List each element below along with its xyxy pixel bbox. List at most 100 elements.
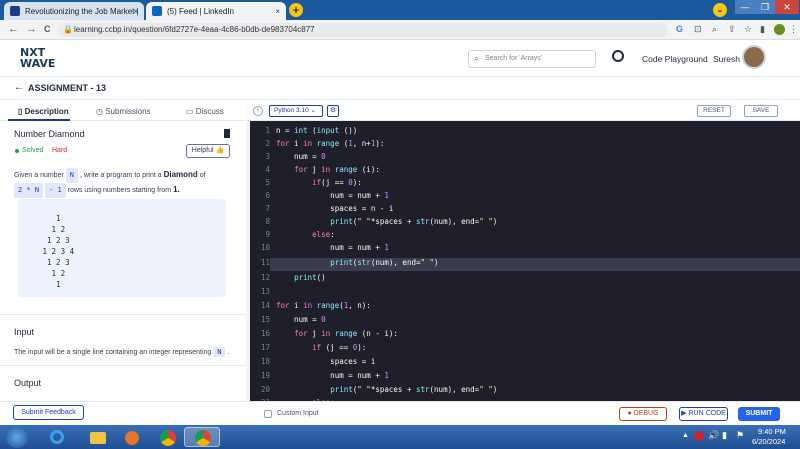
close-tab-icon[interactable]: × [133, 7, 138, 16]
search-input[interactable]: ⌕ Search for 'Arrays' [468, 50, 596, 68]
line-number: 14 [260, 301, 270, 310]
folder-icon [90, 432, 106, 444]
code-playground-link[interactable]: Code Playground [642, 54, 708, 64]
submit-feedback-button[interactable]: Submit Feedback [13, 405, 84, 420]
example-diamond-box: 1 1 2 1 2 3 1 2 3 4 1 2 3 1 2 1 [18, 199, 226, 297]
example-line: 1 2 [38, 269, 66, 278]
desc-text: Given a number [14, 172, 64, 179]
section-divider [0, 314, 246, 315]
url-text: learning.ccbp.in/question/6fd2727e-4eaa-… [74, 25, 315, 34]
browser-tab-job-market[interactable]: Revolutionizing the Job Market | × [4, 2, 144, 20]
close-window-button[interactable]: ✕ [775, 0, 799, 14]
example-line: 1 2 3 4 [38, 247, 75, 256]
search-icon: ⌕ [474, 54, 479, 63]
chrome-taskbar-icon[interactable] [150, 427, 186, 447]
line-number: 3 [265, 152, 270, 161]
example-line: 1 2 3 [38, 236, 70, 245]
avatar[interactable] [742, 45, 766, 69]
network-icon[interactable]: ▮ [722, 430, 727, 441]
desc-text: rows using numbers starting from [67, 187, 172, 194]
save-button[interactable]: SAVE [744, 105, 778, 117]
description-icon: ▯ [18, 107, 25, 116]
google-icon[interactable]: G [676, 24, 683, 34]
assignment-bar: ← ASSIGNMENT - 13 [0, 78, 800, 100]
submit-button[interactable]: SUBMIT [738, 407, 780, 421]
tab-search-icon[interactable]: ⌄ [713, 3, 727, 17]
explorer-taskbar-icon[interactable] [80, 427, 116, 447]
bookmark-star-icon[interactable]: ☆ [744, 24, 752, 35]
sidebar-icon[interactable]: ▮ [760, 24, 765, 35]
profile-avatar-icon[interactable] [774, 24, 785, 35]
chrome-active-taskbar-icon[interactable] [184, 427, 220, 447]
code-line: num = 0 [276, 152, 326, 161]
reload-button[interactable]: C [44, 24, 51, 34]
code-line: if (j == 0): [312, 343, 367, 352]
more-menu-icon[interactable]: ⋮ [789, 24, 798, 35]
chevron-down-icon: ⌄ [310, 107, 316, 114]
run-code-label: RUN CODE [688, 410, 726, 417]
code-line: for j in range (i): [294, 165, 380, 174]
nxtwave-logo[interactable]: NXT WAVE [20, 47, 55, 69]
zoom-icon[interactable]: ⌕ [712, 24, 717, 35]
code-editor[interactable]: 1 n = int (input ()) 2 for i in range (1… [250, 121, 800, 401]
example-line: 1 [38, 214, 61, 223]
language-select[interactable]: Python 3.10 ⌄ [269, 105, 323, 117]
run-code-button[interactable]: ▶ RUN CODE [679, 407, 728, 421]
tab-title: Revolutionizing the Job Market | [25, 6, 139, 16]
start-button[interactable] [6, 426, 28, 448]
output-heading: Output [14, 378, 42, 388]
thumbs-up-icon: 👍 [215, 147, 225, 154]
tray-app-icon[interactable] [694, 431, 704, 441]
forward-button[interactable]: → [26, 23, 37, 35]
code-line: print(" "*spaces + str(num), end=" ") [330, 217, 498, 226]
maximize-button[interactable]: ❐ [755, 0, 775, 14]
line-number: 1 [265, 126, 270, 135]
collapse-panel-icon[interactable]: ‹ [253, 106, 263, 116]
bookmark-icon[interactable] [224, 129, 230, 138]
code-chip: 2 * N [14, 183, 44, 198]
share-icon[interactable]: ⇪ [728, 24, 736, 35]
code-chip: - 1 [45, 183, 66, 198]
custom-input-checkbox[interactable] [264, 410, 272, 418]
line-number: 16 [260, 329, 270, 338]
chrome-icon [195, 430, 211, 446]
code-line: num = 0 [276, 315, 326, 324]
line-number: 7 [265, 204, 270, 213]
line-number: 19 [260, 371, 270, 380]
line-number: 8 [265, 217, 270, 226]
browser-tab-linkedin[interactable]: (5) Feed | LinkedIn × [146, 2, 286, 20]
settings-icon[interactable]: ⚙ [327, 105, 339, 117]
close-tab-icon[interactable]: × [275, 7, 280, 16]
address-bar-row: ← → C 🔒 learning.ccbp.in/question/6fd272… [0, 20, 800, 40]
back-arrow-icon[interactable]: ← [14, 82, 24, 93]
volume-icon[interactable]: 🔊 [708, 430, 719, 441]
line-number: 11 [260, 258, 270, 267]
media-player-taskbar-icon[interactable] [115, 427, 151, 447]
code-line: print(" "*spaces + str(num), end=" ") [330, 385, 498, 394]
back-button[interactable]: ← [8, 23, 19, 35]
code-line: for j in range (n - i): [294, 329, 398, 338]
reset-button[interactable]: RESET [697, 105, 731, 117]
code-line: spaces = n - i [276, 204, 394, 213]
solved-status: Solved [22, 147, 44, 154]
tab-discuss[interactable]: ▭ Discuss [186, 107, 224, 116]
example-line: 1 2 [38, 225, 66, 234]
tray-expand-icon[interactable]: ▲ [682, 432, 689, 439]
new-tab-button[interactable]: + [289, 3, 303, 17]
flag-icon[interactable]: ⚑ [736, 430, 744, 441]
helpful-button[interactable]: Helpful 👍 [186, 144, 230, 158]
tab-description[interactable]: ▯ Description [18, 107, 69, 116]
stopwatch-icon[interactable] [612, 50, 624, 62]
minimize-button[interactable]: — [735, 0, 755, 14]
ie-taskbar-icon[interactable] [40, 427, 76, 447]
line-number: 18 [260, 357, 270, 366]
url-input[interactable]: 🔒 learning.ccbp.in/question/6fd2727e-4ea… [58, 23, 668, 37]
code-line: print(str(num), end=" ") [330, 258, 439, 267]
tab-description-label: Description [24, 107, 69, 116]
desc-text: of [199, 172, 206, 179]
debug-button[interactable]: ● DEBUG [619, 407, 667, 421]
install-app-icon[interactable]: ⊡ [694, 24, 702, 35]
tab-submissions[interactable]: ◷ Submissions [96, 107, 151, 116]
clock-date: 6/20/2024 [752, 437, 786, 446]
browser-tab-strip: Revolutionizing the Job Market | × (5) F… [0, 0, 800, 20]
